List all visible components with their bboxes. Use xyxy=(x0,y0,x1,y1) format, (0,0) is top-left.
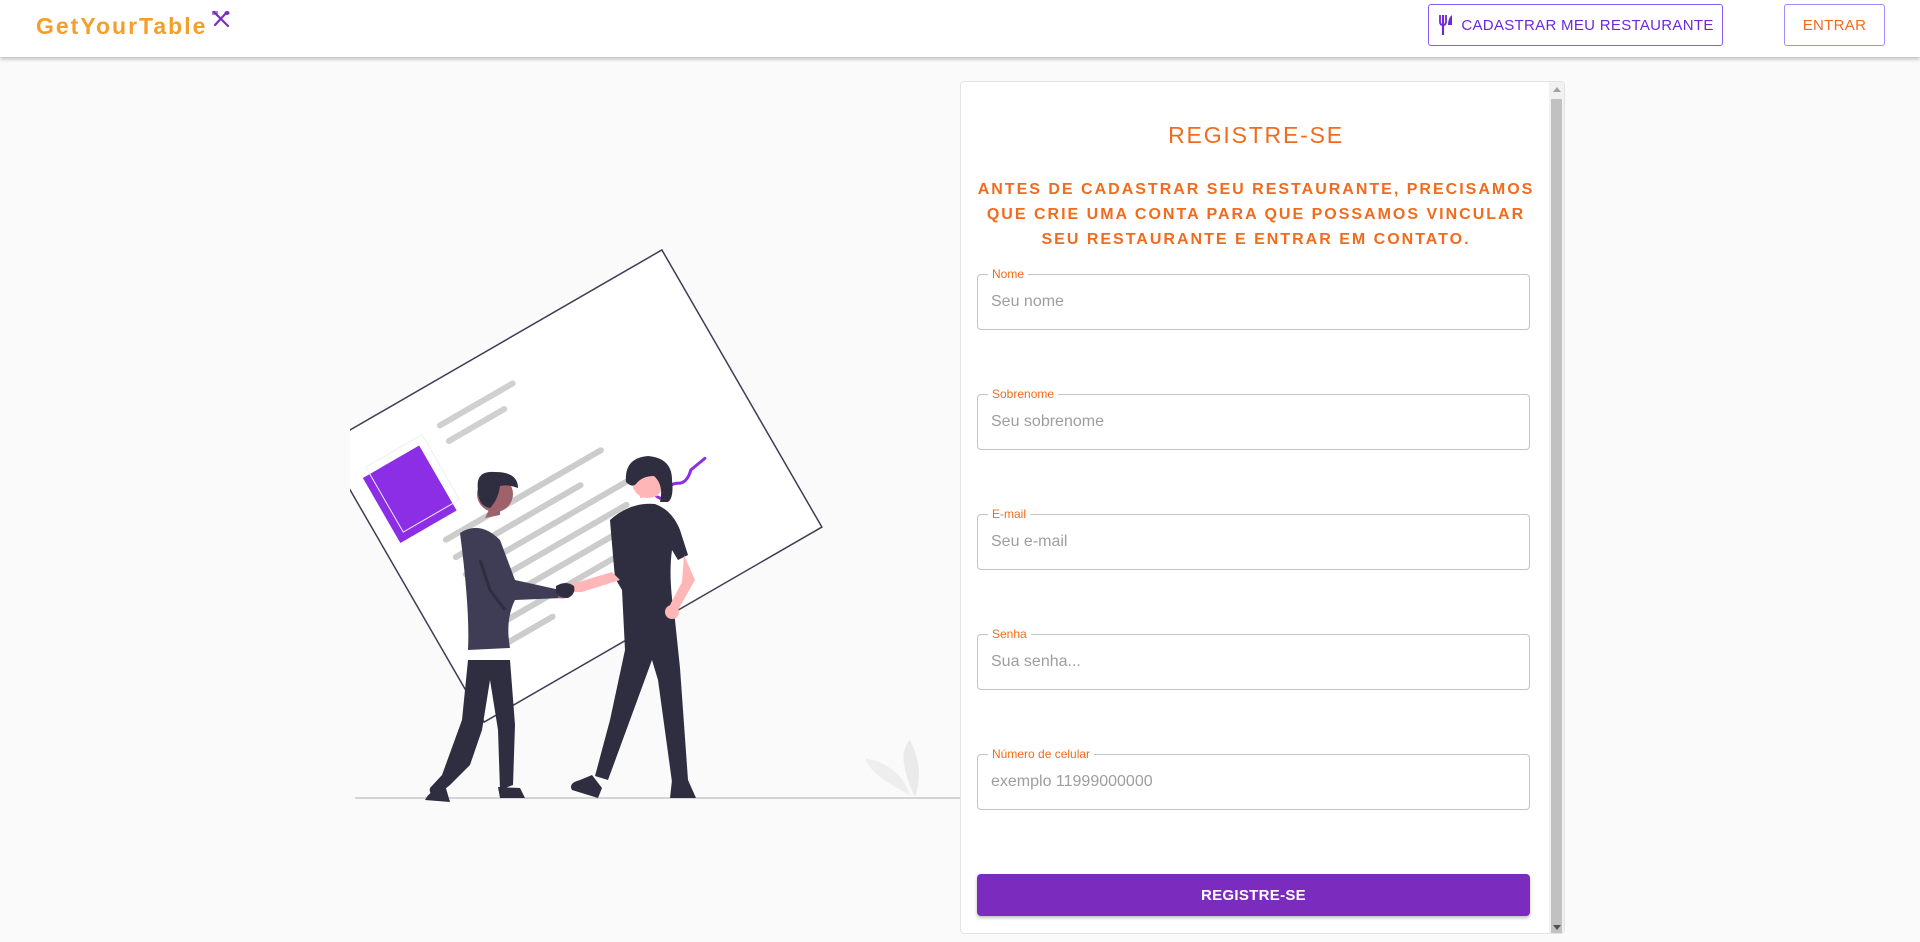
handshake-contract-illustration xyxy=(323,200,970,810)
scroll-up-arrow-icon[interactable] xyxy=(1549,82,1564,97)
form-title: REGISTRE-SE xyxy=(1168,122,1344,148)
brand-logo[interactable]: GetYourTable xyxy=(36,10,231,42)
utensils-crossed-icon xyxy=(211,10,231,35)
register-submit-button[interactable]: REGISTRE-SE xyxy=(977,874,1530,916)
register-restaurant-button[interactable]: CADASTRAR MEU RESTAURANTE xyxy=(1428,4,1723,46)
login-button[interactable]: ENTRAR xyxy=(1784,4,1885,46)
register-form-panel: REGISTRE-SE ANTES DE CADASTRAR SEU RESTA… xyxy=(960,81,1565,934)
register-restaurant-label: CADASTRAR MEU RESTAURANTE xyxy=(1461,16,1714,34)
scrollbar-thumb[interactable] xyxy=(1551,99,1562,933)
email-input[interactable] xyxy=(991,515,1511,569)
form-subtitle: ANTES DE CADASTRAR SEU RESTAURANTE, PREC… xyxy=(977,181,1535,248)
phone-input[interactable] xyxy=(991,755,1511,809)
password-field[interactable]: Senha xyxy=(977,627,1530,690)
form-scrollbar[interactable] xyxy=(1549,82,1564,933)
last-name-input[interactable] xyxy=(991,395,1511,449)
brand-name: GetYourTable xyxy=(36,12,208,39)
scroll-down-arrow-icon[interactable] xyxy=(1549,920,1564,933)
last-name-field[interactable]: Sobrenome xyxy=(977,387,1530,450)
password-input[interactable] xyxy=(991,635,1511,689)
first-name-field[interactable]: Nome xyxy=(977,267,1530,330)
email-field[interactable]: E-mail xyxy=(977,507,1530,570)
top-navbar: GetYourTable CADASTRAR MEU RESTAURANTE E… xyxy=(0,0,1920,57)
first-name-input[interactable] xyxy=(991,275,1511,329)
fork-knife-icon xyxy=(1437,14,1457,36)
phone-field[interactable]: Número de celular xyxy=(977,747,1530,810)
